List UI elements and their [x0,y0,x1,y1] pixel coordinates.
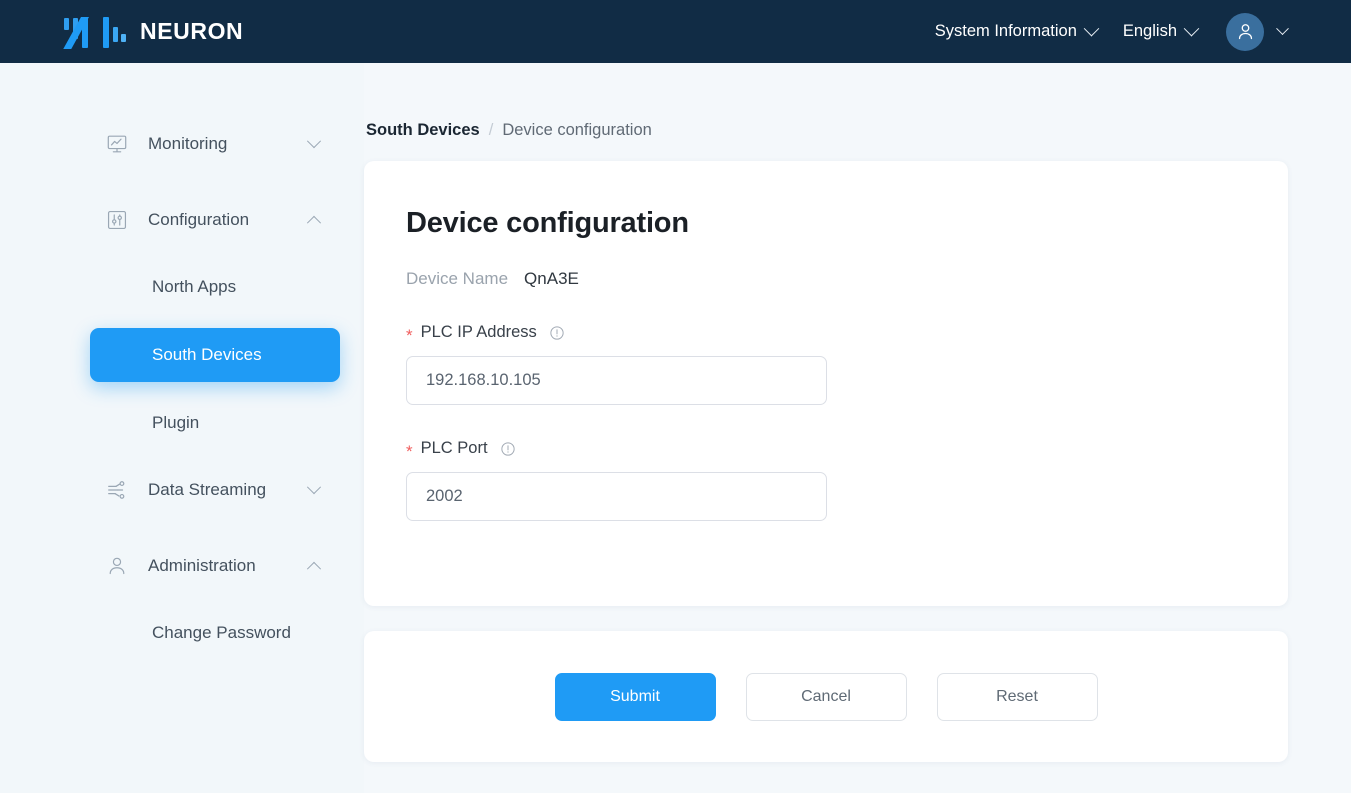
chevron-down-icon [1083,20,1100,37]
chevron-down-icon [1183,20,1200,37]
breadcrumb-current: Device configuration [502,121,652,139]
field-label: * PLC IP Address [406,323,1288,345]
sidebar-item-administration[interactable]: Administration [0,540,364,592]
sidebar-item-monitoring[interactable]: Monitoring [0,118,364,170]
device-name-label: Device Name [406,269,509,288]
field-label-text: PLC Port [420,439,488,457]
sidebar-item-north-apps[interactable]: North Apps [0,260,364,314]
field-plc-ip-address: * PLC IP Address [406,323,1288,405]
system-information-menu[interactable]: System Information [922,12,1110,52]
sliders-box-icon [105,208,129,232]
info-circle-icon[interactable] [500,441,516,457]
sidebar-item-south-devices[interactable]: South Devices [90,328,340,382]
sidebar-item-data-streaming[interactable]: Data Streaming [0,464,364,516]
data-flow-icon [105,478,129,502]
user-menu[interactable] [1226,12,1289,51]
required-mark: * [406,326,413,345]
info-circle-icon[interactable] [549,325,565,341]
sidebar-item-plugin[interactable]: Plugin [0,396,364,450]
plc-port-input[interactable] [406,472,827,521]
sidebar-item-label: Plugin [152,413,200,432]
sidebar-item-change-password[interactable]: Change Password [0,606,364,660]
language-menu[interactable]: English [1110,12,1210,52]
sidebar-item-label: Monitoring [148,134,228,153]
neuron-logo-icon [62,15,128,49]
monitor-chart-icon [105,132,129,156]
page-title: Device configuration [406,207,689,239]
app-header: NEURON System Information English [0,0,1351,63]
sidebar-item-label: North Apps [152,277,237,296]
system-information-label: System Information [934,22,1077,40]
cancel-button[interactable]: Cancel [745,672,907,721]
chevron-up-icon [306,215,322,230]
main-content: South Devices / Device configuration Dev… [364,63,1351,793]
sidebar-item-label: Administration [148,556,256,575]
device-name-value: QnA3E [524,269,579,288]
sidebar-item-label: Data Streaming [148,480,267,499]
breadcrumb-separator: / [488,121,494,139]
required-mark: * [406,442,413,461]
field-label: * PLC Port [406,439,1288,461]
sidebar-item-label: South Devices [152,345,262,364]
breadcrumb: South Devices / Device configuration [364,63,1351,140]
brand-name: NEURON [140,18,244,44]
breadcrumb-root[interactable]: South Devices [366,121,480,140]
sidebar-item-label: Change Password [152,623,291,642]
avatar [1226,12,1264,51]
header-actions: System Information English [922,12,1289,52]
plc-ip-address-input[interactable] [406,356,827,405]
device-configuration-card: Device configuration Device Name QnA3E *… [364,161,1288,606]
sidebar-item-label: Configuration [148,210,250,229]
person-icon [105,554,129,578]
brand: NEURON [62,15,243,49]
chevron-down-icon [1276,22,1289,36]
submit-button[interactable]: Submit [554,672,716,721]
sidebar: Monitoring Configuration North Apps Sout… [0,63,364,793]
form-actions-card: Submit Cancel Reset [364,631,1288,762]
chevron-up-icon [306,561,322,576]
chevron-down-icon [306,134,322,149]
field-label-text: PLC IP Address [420,323,537,341]
chevron-down-icon [306,480,322,495]
device-name-row: Device Name QnA3E [406,269,1288,289]
user-avatar-icon [1238,24,1252,40]
sidebar-item-configuration[interactable]: Configuration [0,194,364,246]
reset-button[interactable]: Reset [936,672,1098,721]
field-plc-port: * PLC Port [406,439,1288,521]
language-label: English [1122,22,1177,40]
